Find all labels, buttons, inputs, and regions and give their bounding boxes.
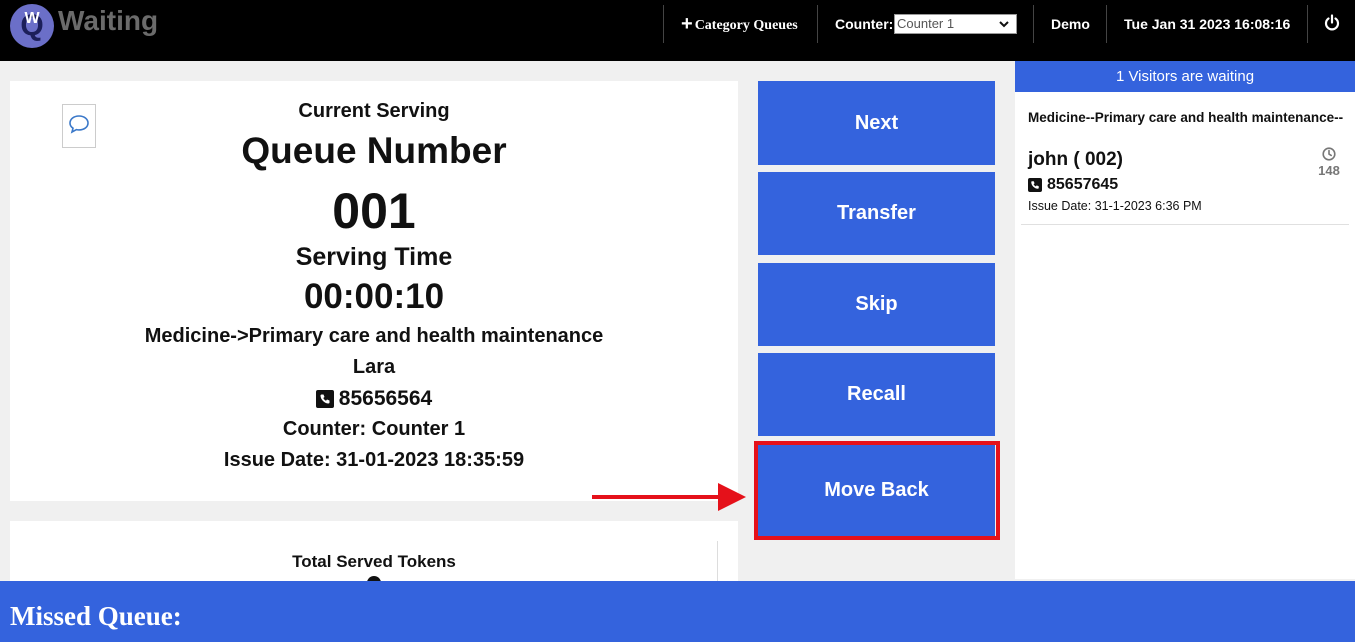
serving-time-value: 00:00:10 xyxy=(303,277,445,316)
customer-phone-row: 85656564 xyxy=(10,387,738,411)
nav-divider xyxy=(1033,5,1034,43)
waiting-count-header: 1 Visitors are waiting xyxy=(1015,61,1355,92)
missed-queue-bar: Missed Queue: xyxy=(0,581,1355,642)
chevron-down-icon xyxy=(998,15,1010,38)
current-datetime: Tue Jan 31 2023 16:08:16 xyxy=(1124,16,1291,32)
logo-small-letter: W xyxy=(24,10,40,27)
user-menu[interactable]: Demo xyxy=(1051,0,1090,48)
logo-mark: Q W xyxy=(10,4,54,48)
phone-icon xyxy=(1028,178,1042,192)
top-navbar: Q W Waiting + Category Queues Counter: Co… xyxy=(0,0,1355,61)
app-title: Waiting xyxy=(58,5,159,36)
plus-icon: + xyxy=(681,13,693,35)
category-queues-label: Category Queues xyxy=(694,18,798,33)
current-serving-card: Current Serving Queue Number 001 Serving… xyxy=(10,81,738,501)
waiting-item-category: Medicine--Primary care and health mainte… xyxy=(1028,110,1344,125)
pointer-arrow-shaft xyxy=(592,495,720,499)
power-icon[interactable] xyxy=(1324,14,1340,32)
counter-label: Counter: xyxy=(835,16,894,32)
serving-category: Medicine->Primary care and health mainte… xyxy=(144,325,604,347)
recall-button[interactable]: Recall xyxy=(758,353,995,436)
counter-select-value: Counter 1 xyxy=(897,16,955,31)
category-queues-link[interactable]: + Category Queues xyxy=(681,0,798,48)
counter-select[interactable]: Counter 1 xyxy=(894,14,1017,34)
customer-phone: 85656564 xyxy=(338,387,433,410)
waiting-item-issue-date: Issue Date: 31-1-2023 6:36 PM xyxy=(1028,199,1202,213)
transfer-button[interactable]: Transfer xyxy=(758,172,995,255)
app-logo[interactable]: Q W Waiting xyxy=(10,4,158,48)
queue-number-label: Queue Number xyxy=(241,130,507,171)
current-serving-label: Current Serving xyxy=(298,100,450,122)
waiting-list-item[interactable]: Medicine--Primary care and health mainte… xyxy=(1021,101,1349,225)
waiting-item-name: john ( 002) xyxy=(1028,149,1124,170)
phone-icon xyxy=(315,390,334,408)
waiting-item-wait-minutes: 148 xyxy=(1318,163,1340,178)
nav-divider xyxy=(1106,5,1107,43)
missed-queue-title: Missed Queue: xyxy=(10,601,182,631)
waiting-list-panel: 1 Visitors are waiting Medicine--Primary… xyxy=(1015,61,1355,579)
customer-name: Lara xyxy=(352,356,396,378)
total-served-title: Total Served Tokens xyxy=(292,552,456,571)
queue-number-value: 001 xyxy=(332,183,416,239)
nav-divider xyxy=(663,5,664,43)
nav-divider xyxy=(1307,5,1308,43)
serving-time-label: Serving Time xyxy=(295,243,453,271)
nav-divider xyxy=(817,5,818,43)
serving-counter: Counter: Counter 1 xyxy=(282,418,466,440)
skip-button[interactable]: Skip xyxy=(758,263,995,346)
serving-issue-date: Issue Date: 31-01-2023 18:35:59 xyxy=(223,449,525,471)
next-button[interactable]: Next xyxy=(758,81,995,165)
waiting-item-phone: 85657645 xyxy=(1047,176,1119,193)
pointer-arrow-head xyxy=(718,483,746,511)
highlight-box xyxy=(754,441,1000,540)
waiting-item-phone-row: 85657645 xyxy=(1028,176,1118,194)
